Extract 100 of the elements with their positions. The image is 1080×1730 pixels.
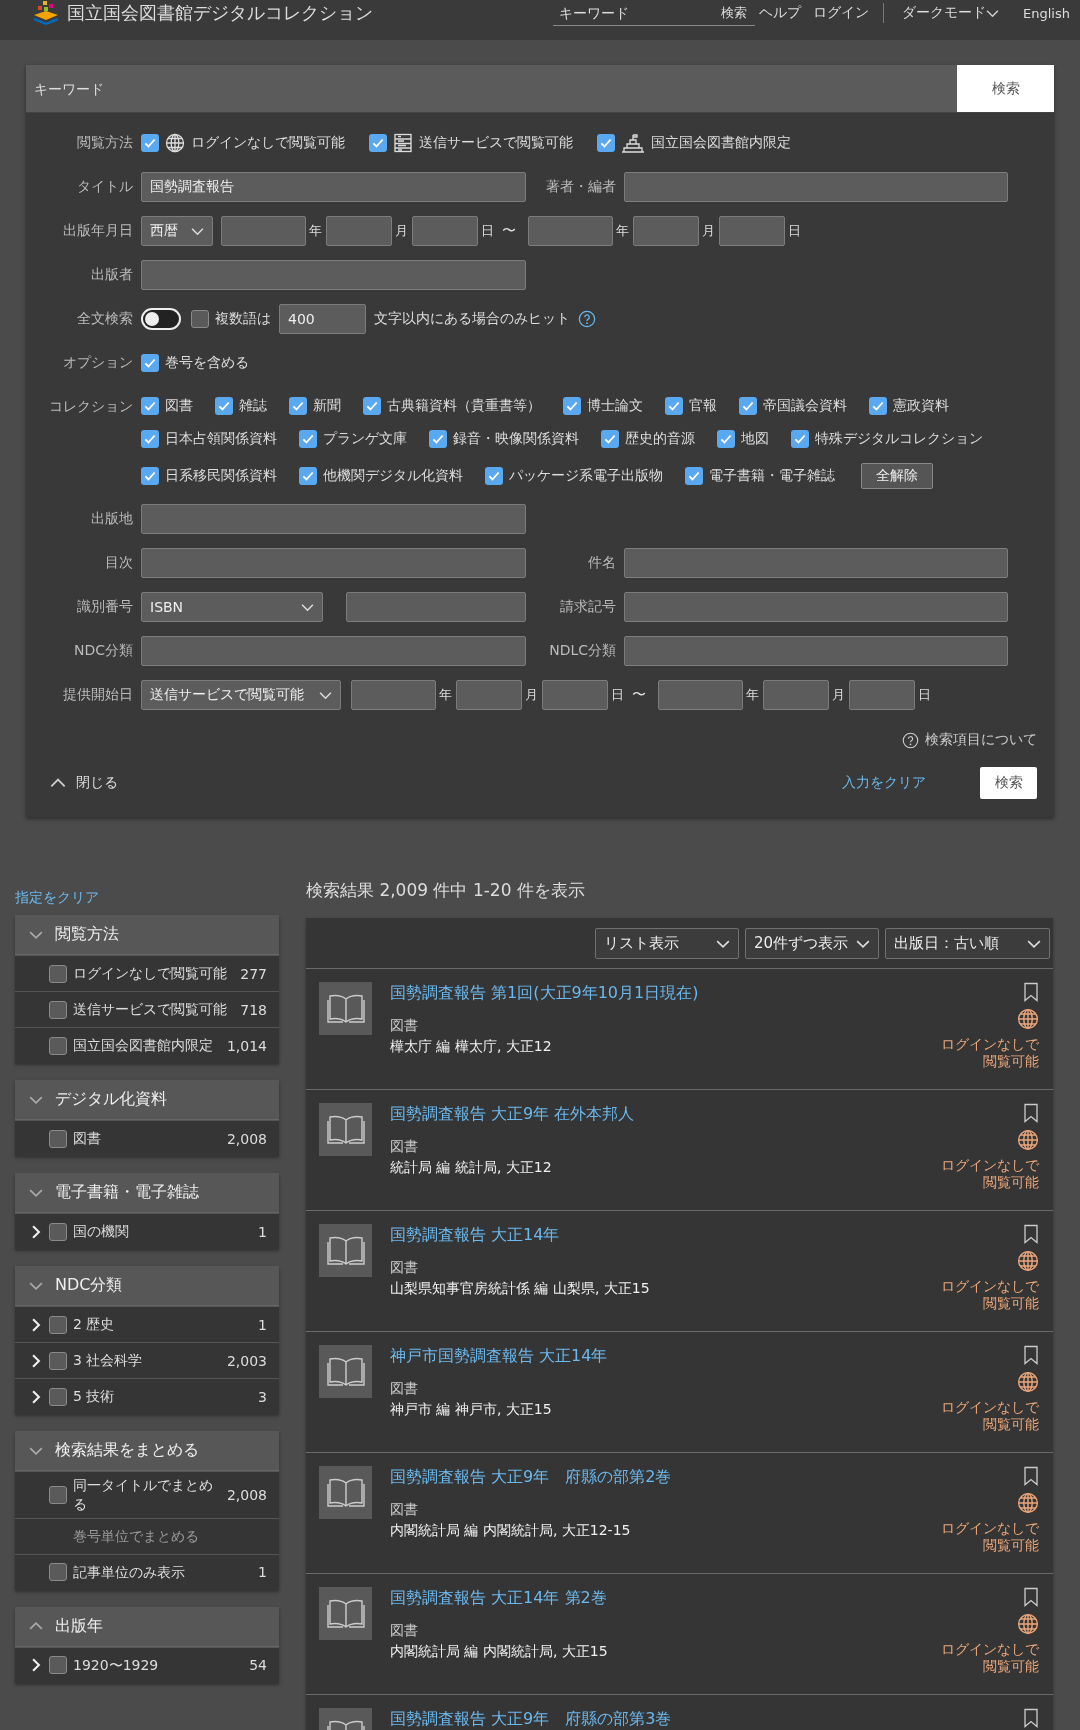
- bookmark-icon[interactable]: [1023, 1587, 1039, 1607]
- text-field[interactable]: [412, 216, 478, 246]
- facet-item[interactable]: ログインなしで閲覧可能 277: [15, 955, 279, 991]
- bookmark-icon[interactable]: [1023, 1708, 1039, 1728]
- result-title-link[interactable]: 国勢調査報告 大正9年 府縣の部第2巻: [390, 1467, 919, 1488]
- checkbox[interactable]: [363, 397, 381, 415]
- checkbox-label[interactable]: 博士論文: [587, 397, 643, 415]
- search-button[interactable]: 検索: [980, 767, 1037, 799]
- facet-item[interactable]: 巻号単位でまとめる: [15, 1517, 279, 1554]
- checkbox-label[interactable]: 地図: [741, 430, 769, 448]
- checkbox-label[interactable]: 日本占領関係資料: [165, 430, 277, 448]
- checkbox-label[interactable]: プランゲ文庫: [323, 430, 407, 448]
- checkbox-label[interactable]: 録音・映像関係資料: [453, 430, 579, 448]
- text-field[interactable]: [351, 680, 436, 710]
- facet-header[interactable]: デジタル化資料: [15, 1080, 279, 1120]
- checkbox[interactable]: [601, 430, 619, 448]
- facet-header[interactable]: NDC分類: [15, 1266, 279, 1306]
- checkbox-label[interactable]: 歴史的音源: [625, 430, 695, 448]
- text-field[interactable]: [633, 216, 699, 246]
- result-title-link[interactable]: 国勢調査報告 第1回(大正9年10月1日現在): [390, 983, 919, 1004]
- checkbox[interactable]: [141, 430, 159, 448]
- checkbox[interactable]: [49, 1656, 67, 1675]
- type-dropdown[interactable]: 送信サービスで閲覧可能: [141, 680, 341, 710]
- checkbox[interactable]: [485, 467, 503, 485]
- checkbox[interactable]: [49, 964, 67, 983]
- checkbox[interactable]: [49, 1222, 67, 1241]
- clear-link[interactable]: 入力をクリア: [842, 774, 926, 792]
- checkbox[interactable]: [299, 467, 317, 485]
- facet-item[interactable]: 2 歴史 1: [15, 1306, 279, 1342]
- result-title-link[interactable]: 国勢調査報告 大正9年 在外本邦人: [390, 1104, 919, 1125]
- checkbox[interactable]: [597, 134, 615, 152]
- checkbox[interactable]: [685, 467, 703, 485]
- toggle-switch[interactable]: [141, 308, 181, 330]
- help-icon[interactable]: [578, 310, 596, 328]
- text-field[interactable]: [849, 680, 915, 710]
- text-field[interactable]: [141, 636, 526, 666]
- checkbox[interactable]: [49, 1387, 67, 1406]
- checkbox[interactable]: [191, 310, 209, 328]
- checkbox-label[interactable]: パッケージ系電子出版物: [509, 467, 663, 485]
- checkbox-label[interactable]: 官報: [689, 397, 717, 415]
- checkbox[interactable]: [49, 1351, 67, 1370]
- checkbox-label[interactable]: 日系移民関係資料: [165, 467, 277, 485]
- text-field[interactable]: [624, 592, 1008, 622]
- result-title-link[interactable]: 国勢調査報告 大正14年: [390, 1225, 919, 1246]
- checkbox[interactable]: [141, 134, 159, 152]
- checkbox-label[interactable]: 電子書籍・電子雑誌: [709, 467, 835, 485]
- checkbox[interactable]: [429, 430, 447, 448]
- checkbox-label[interactable]: 国立国会図書館内限定: [651, 134, 791, 152]
- text-field[interactable]: [141, 260, 526, 290]
- dark-mode-dropdown[interactable]: ダークモード: [902, 4, 987, 22]
- keyword-field[interactable]: キーワード: [26, 65, 957, 112]
- checkbox[interactable]: [563, 397, 581, 415]
- checkbox[interactable]: [369, 134, 387, 152]
- bookmark-icon[interactable]: [1023, 1466, 1039, 1486]
- text-field[interactable]: [763, 680, 829, 710]
- checkbox-label[interactable]: 帝国議会資料: [763, 397, 847, 415]
- bookmark-icon[interactable]: [1023, 982, 1039, 1002]
- checkbox-label[interactable]: 新聞: [313, 397, 341, 415]
- checkbox-label[interactable]: 巻号を含める: [165, 354, 249, 372]
- text-field[interactable]: [624, 172, 1008, 202]
- checkbox[interactable]: [739, 397, 757, 415]
- checkbox[interactable]: [49, 1129, 67, 1148]
- sort-dropdown[interactable]: 出版日：古い順: [885, 928, 1050, 959]
- checkbox[interactable]: [49, 1000, 67, 1019]
- result-title-link[interactable]: 国勢調査報告 大正9年 府縣の部第3巻: [390, 1709, 1005, 1730]
- text-field[interactable]: [658, 680, 743, 710]
- text-field[interactable]: 400: [279, 304, 366, 334]
- text-field[interactable]: [624, 548, 1008, 578]
- clear-all-button[interactable]: 全解除: [861, 463, 933, 489]
- checkbox-label[interactable]: 特殊デジタルコレクション: [815, 430, 983, 448]
- text-field[interactable]: [221, 216, 306, 246]
- text-field[interactable]: [141, 504, 526, 534]
- bookmark-icon[interactable]: [1023, 1224, 1039, 1244]
- checkbox[interactable]: [869, 397, 887, 415]
- checkbox[interactable]: [141, 354, 159, 372]
- checkbox[interactable]: [289, 397, 307, 415]
- text-field[interactable]: [719, 216, 785, 246]
- text-field[interactable]: [456, 680, 522, 710]
- bookmark-icon[interactable]: [1023, 1345, 1039, 1365]
- checkbox[interactable]: [791, 430, 809, 448]
- facet-item[interactable]: 1920〜1929 54: [15, 1646, 279, 1683]
- search-link[interactable]: 検索: [721, 4, 748, 22]
- result-title-link[interactable]: 神戸市国勢調査報告 大正14年: [390, 1346, 919, 1367]
- text-field[interactable]: [528, 216, 613, 246]
- checkbox-label[interactable]: 図書: [165, 397, 193, 415]
- checkbox[interactable]: [49, 1563, 67, 1582]
- text-field[interactable]: [141, 548, 526, 578]
- text-field[interactable]: 国勢調査報告: [141, 172, 526, 202]
- bookmark-icon[interactable]: [1023, 1103, 1039, 1123]
- language-link[interactable]: English: [1023, 5, 1070, 21]
- text-field[interactable]: [624, 636, 1008, 666]
- checkbox[interactable]: [49, 1315, 67, 1334]
- clear-link[interactable]: 指定をクリア: [15, 889, 99, 907]
- help-link[interactable]: 検索項目について: [925, 731, 1037, 749]
- facet-item[interactable]: 国立国会図書館内限定 1,014: [15, 1027, 279, 1063]
- nav-link[interactable]: ログイン: [813, 4, 870, 22]
- text-field[interactable]: [326, 216, 392, 246]
- checkbox[interactable]: [717, 430, 735, 448]
- checkbox-label[interactable]: 送信サービスで閲覧可能: [419, 134, 573, 152]
- checkbox-label[interactable]: 複数語は: [215, 310, 271, 328]
